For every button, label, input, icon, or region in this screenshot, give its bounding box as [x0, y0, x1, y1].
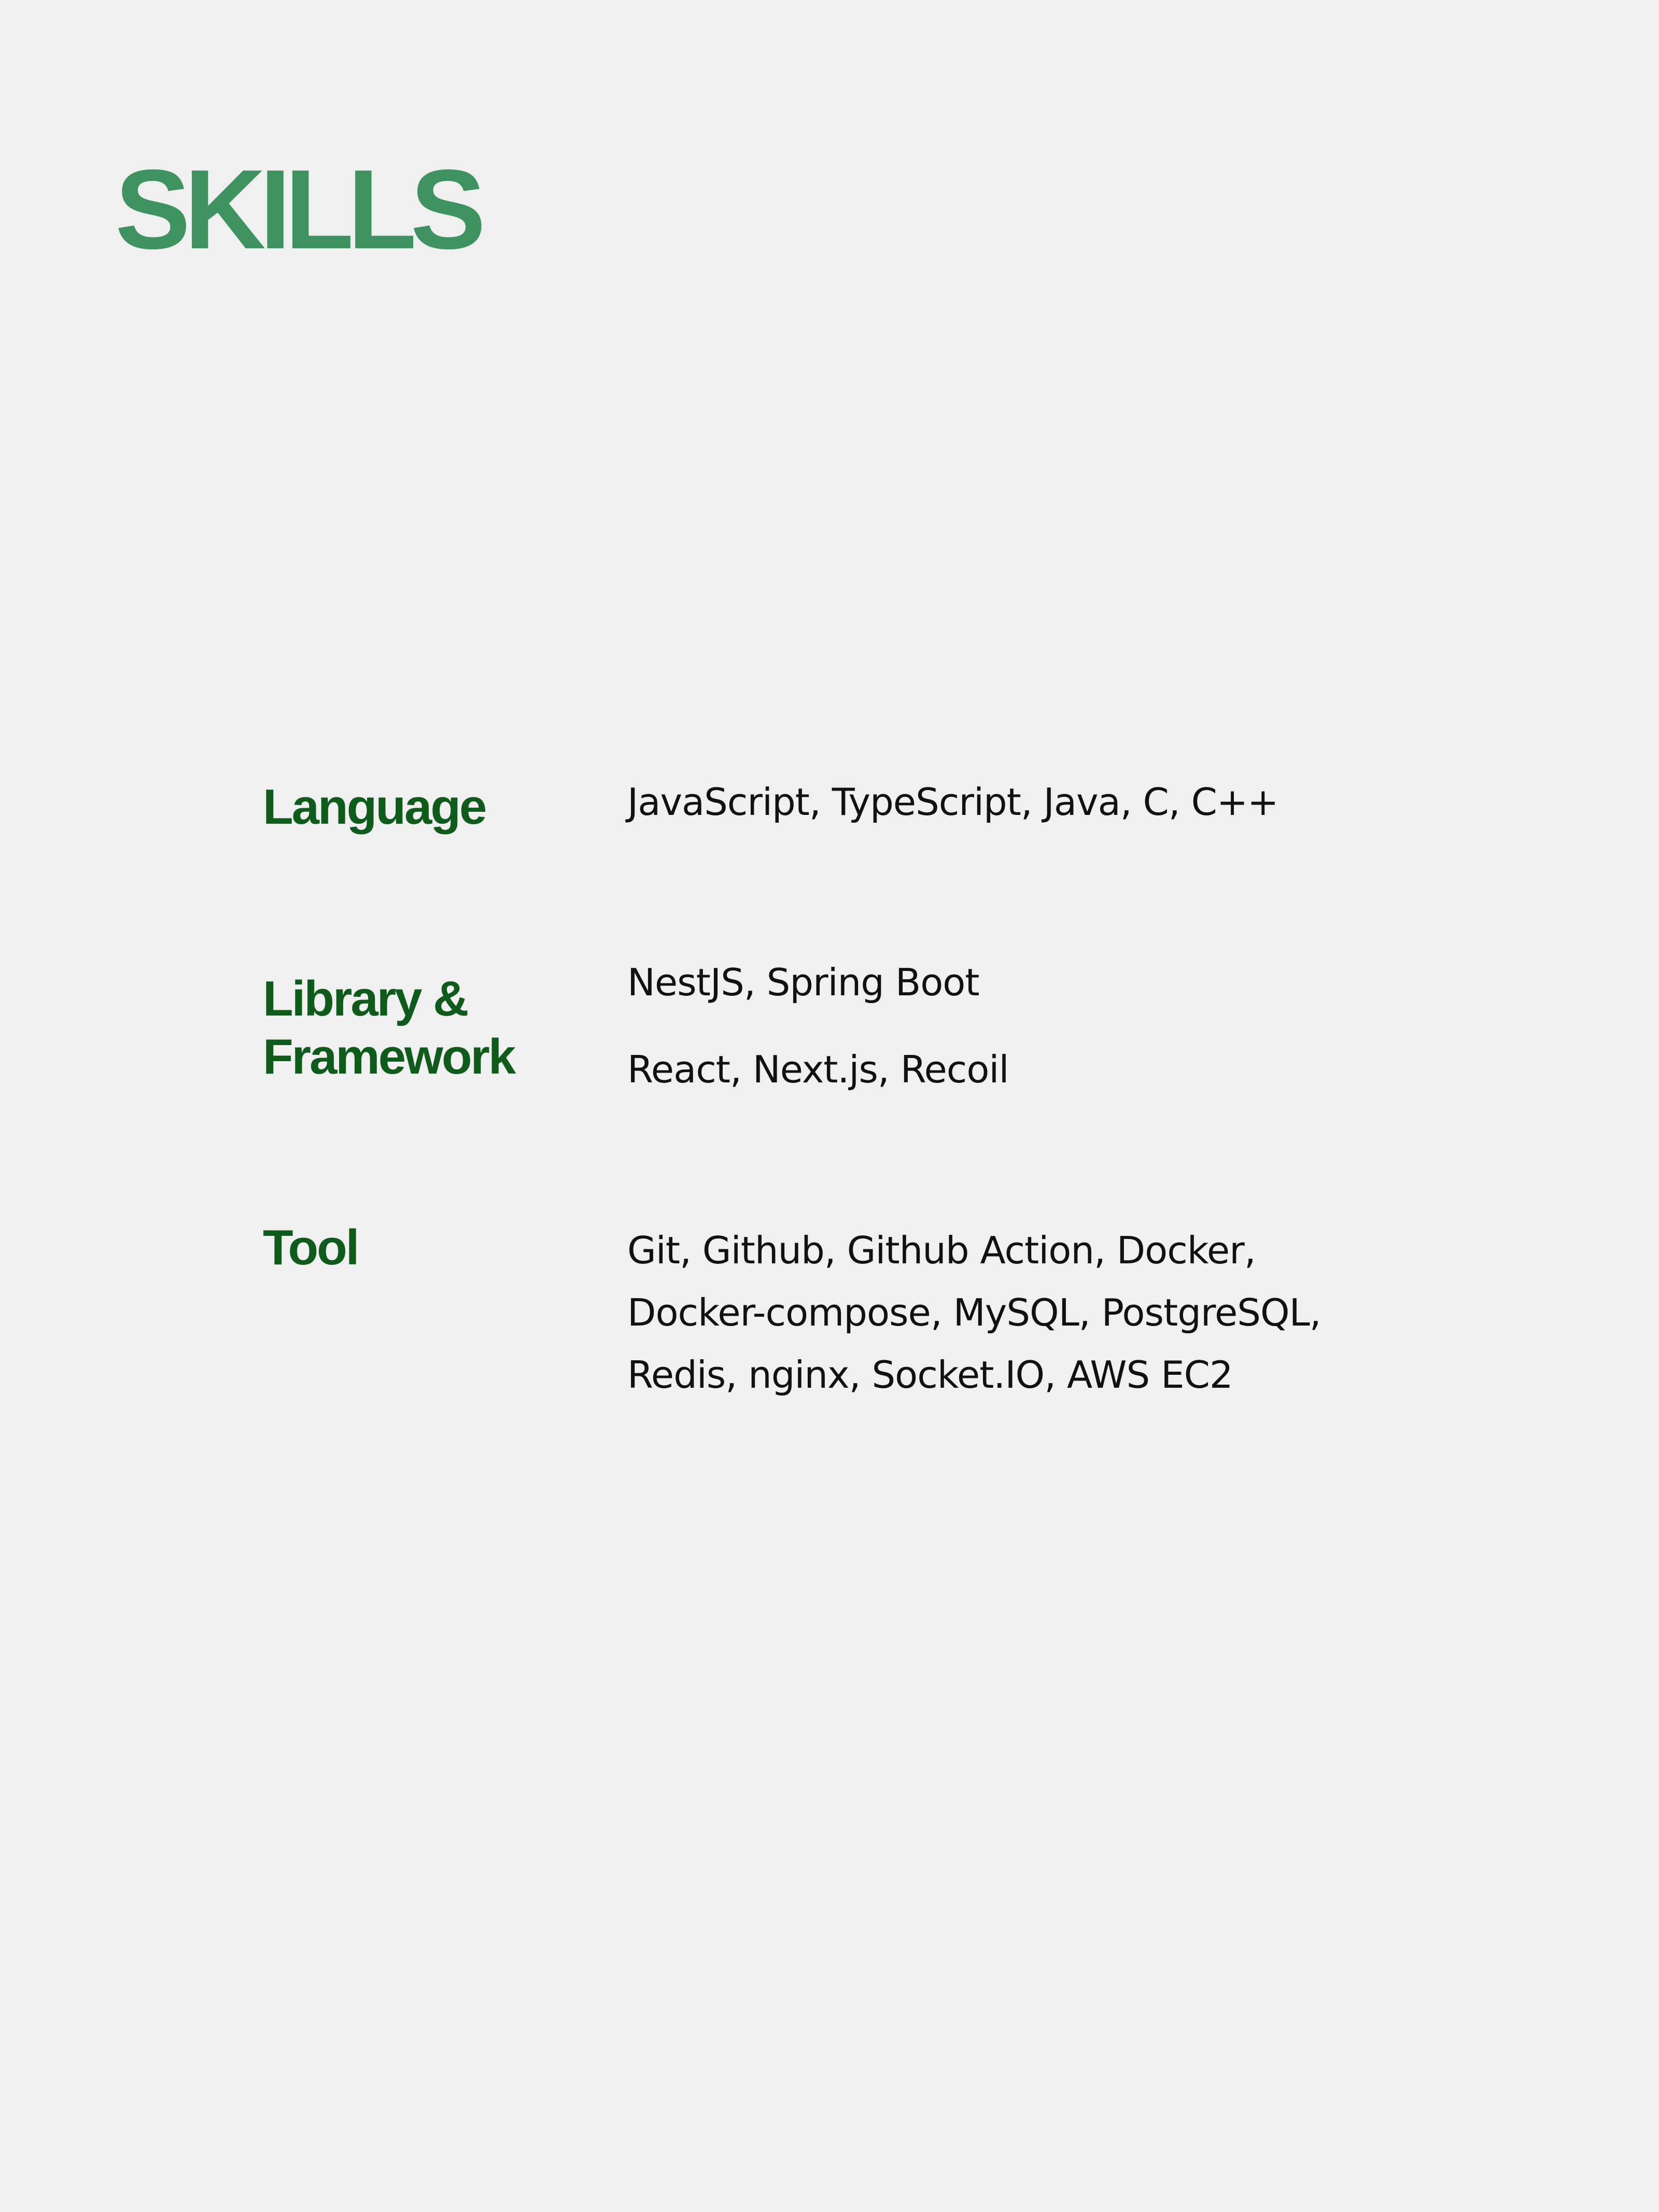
category-language-label: Language — [263, 779, 487, 835]
category-library-label-line2: Framework — [263, 1029, 516, 1084]
skill-line-library-backend: NestJS, Spring Boot — [627, 961, 980, 1004]
category-library-label-line1: Library & — [263, 971, 469, 1026]
skill-line-tool-2: Docker-compose, MySQL, PostgreSQL, — [627, 1291, 1321, 1334]
skill-line-tool-1: Git, Github, Github Action, Docker, — [627, 1229, 1256, 1272]
tool-skill-list: Git, Github, Github Action, Docker, Dock… — [627, 1219, 1321, 1406]
category-tool-label: Tool — [263, 1220, 359, 1275]
skill-line-library-frontend: React, Next.js, Recoil — [627, 1048, 1009, 1091]
page-title: SKILLS — [115, 147, 486, 273]
skill-line-language: JavaScript, TypeScript, Java, C, C++ — [627, 780, 1278, 824]
skill-line-tool-3: Redis, nginx, Socket.IO, AWS EC2 — [627, 1353, 1233, 1397]
